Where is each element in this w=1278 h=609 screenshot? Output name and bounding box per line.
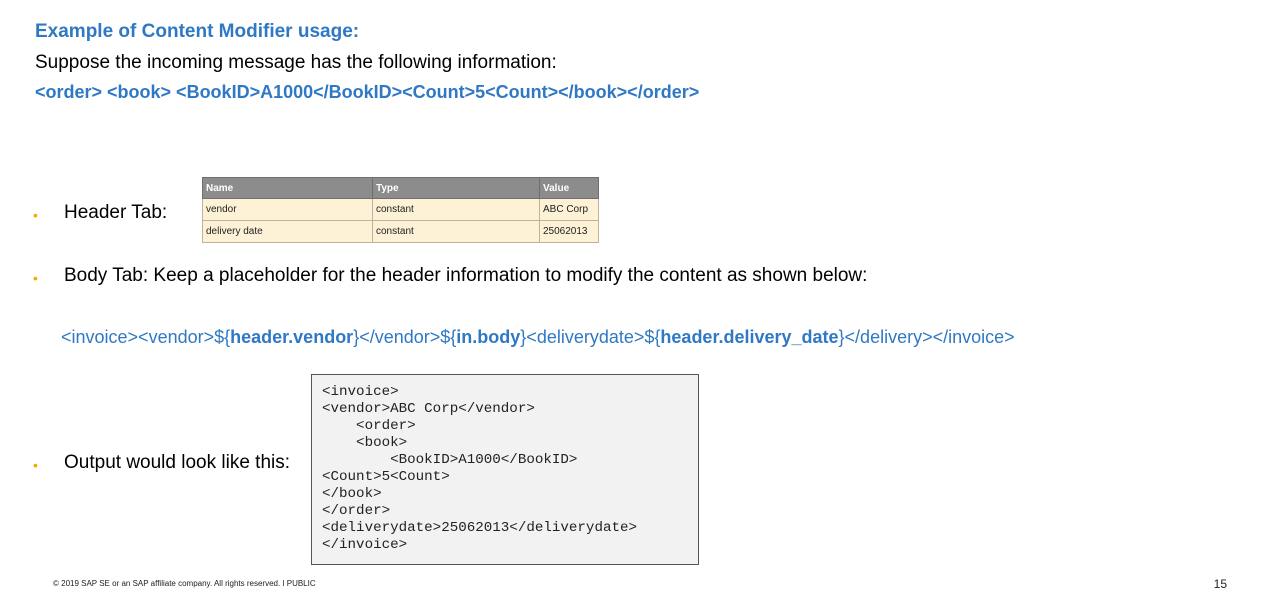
header-table: Name Type Value vendor constant ABC Corp… bbox=[202, 177, 599, 243]
column-header-name: Name bbox=[202, 177, 373, 199]
copyright-footer: © 2019 SAP SE or an SAP affiliate compan… bbox=[53, 579, 316, 588]
code-line: <invoice> bbox=[322, 384, 399, 400]
template-text: }</delivery></invoice> bbox=[838, 327, 1015, 347]
table-cell: vendor bbox=[202, 198, 373, 221]
bullet-marker: • bbox=[33, 207, 38, 223]
body-template: <invoice><vendor>${header.vendor}</vendo… bbox=[61, 327, 1015, 348]
bullet-marker: • bbox=[33, 270, 38, 286]
code-line: </invoice> bbox=[322, 537, 408, 553]
code-line: <vendor>ABC Corp</vendor> bbox=[322, 401, 535, 417]
table-cell: constant bbox=[372, 220, 540, 243]
table-cell: delivery date bbox=[202, 220, 373, 243]
table-row: delivery date constant 25062013 bbox=[202, 220, 599, 243]
code-line: </book> bbox=[322, 486, 382, 502]
bullet-marker: • bbox=[33, 457, 38, 473]
slide-title: Example of Content Modifier usage: bbox=[35, 21, 360, 42]
template-text: }<deliverydate>${ bbox=[520, 327, 661, 347]
table-cell: constant bbox=[372, 198, 540, 221]
bullet-body-tab: Body Tab: Keep a placeholder for the hea… bbox=[64, 265, 868, 286]
code-line: <order> bbox=[322, 418, 416, 434]
code-line: </order> bbox=[322, 503, 391, 519]
intro-text: Suppose the incoming message has the fol… bbox=[35, 52, 557, 73]
output-code-box: <invoice> <vendor>ABC Corp</vendor> <orde… bbox=[311, 374, 699, 565]
page-number: 15 bbox=[1213, 577, 1227, 591]
template-placeholder: header.vendor bbox=[230, 327, 354, 347]
incoming-message: <order> <book> <BookID>A1000</BookID><Co… bbox=[35, 82, 700, 102]
code-line: <BookID>A1000</BookID> bbox=[322, 452, 578, 468]
column-header-type: Type bbox=[372, 177, 540, 199]
template-text: <invoice><vendor>${ bbox=[61, 327, 231, 347]
table-cell: ABC Corp bbox=[539, 198, 599, 221]
column-header-value: Value bbox=[539, 177, 599, 199]
table-cell: 25062013 bbox=[539, 220, 599, 243]
bullet-output: Output would look like this: bbox=[64, 452, 291, 473]
header-table-head-row: Name Type Value bbox=[202, 177, 599, 199]
bullet-header-tab: Header Tab: bbox=[64, 202, 168, 223]
table-row: vendor constant ABC Corp bbox=[202, 198, 599, 221]
template-placeholder: header.delivery_date bbox=[660, 327, 839, 347]
code-line: <deliverydate>25062013</deliverydate> bbox=[322, 520, 638, 536]
code-line: <Count>5<Count> bbox=[322, 469, 450, 485]
template-text: }</vendor>${ bbox=[353, 327, 457, 347]
code-line: <book> bbox=[322, 435, 408, 451]
template-placeholder: in.body bbox=[456, 327, 521, 347]
